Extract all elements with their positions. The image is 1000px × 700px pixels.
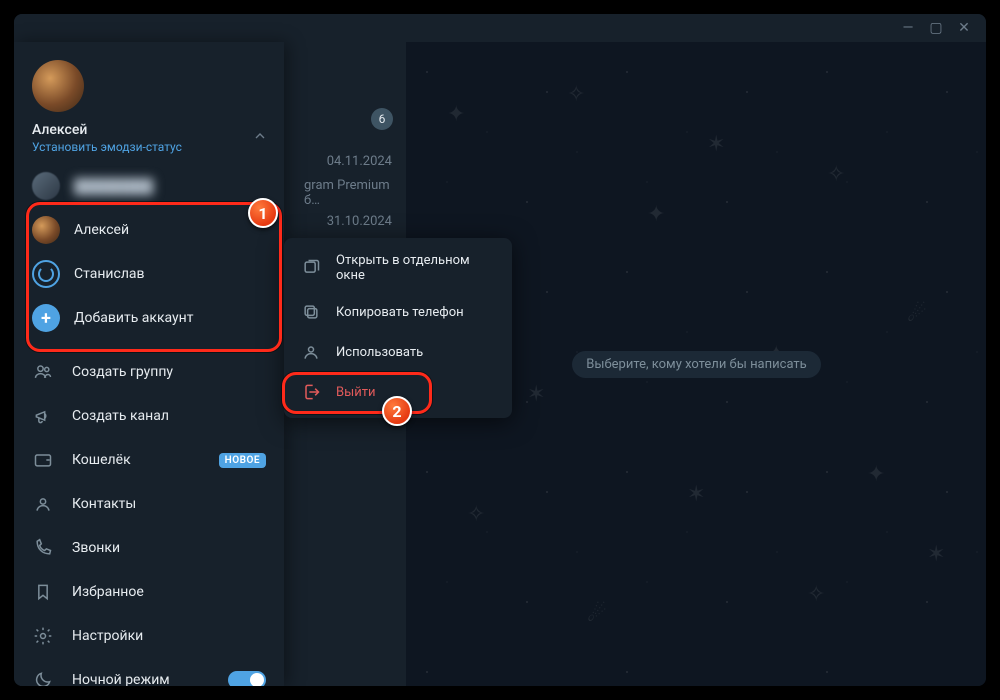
user-name: Алексей xyxy=(32,122,266,138)
accounts-list: ████████ Алексей Станислав + Добавить ак… xyxy=(14,160,284,344)
ctx-use[interactable]: Использовать xyxy=(284,332,512,372)
contact-icon xyxy=(32,493,54,515)
menu-night-mode[interactable]: Ночной режим xyxy=(14,658,284,686)
chat-date: 04.11.2024 xyxy=(327,154,392,169)
menu-label: Избранное xyxy=(72,584,144,600)
avatar xyxy=(32,260,60,288)
moon-icon xyxy=(32,669,54,686)
menu-label: Создать канал xyxy=(72,408,169,424)
account-row-stanislav[interactable]: Станислав xyxy=(14,252,284,296)
annotation-badge-2: 2 xyxy=(382,396,412,426)
ctx-open-window[interactable]: Открыть в отдельном окне xyxy=(284,244,512,292)
account-name: Алексей xyxy=(74,222,129,238)
ctx-label: Использовать xyxy=(336,345,423,360)
menu-calls[interactable]: Звонки xyxy=(14,526,284,570)
titlebar: — ▢ ✕ xyxy=(14,14,986,42)
account-row-blurred[interactable]: ████████ xyxy=(14,164,284,208)
menu-create-channel[interactable]: Создать канал xyxy=(14,394,284,438)
bookmark-icon xyxy=(32,581,54,603)
collapse-accounts-icon[interactable] xyxy=(252,128,268,148)
app-window: — ▢ ✕ 6 04.11.2024 gram Premium б… 31.10… xyxy=(14,14,986,686)
phone-icon xyxy=(32,537,54,559)
ctx-copy-phone[interactable]: Копировать телефон xyxy=(284,292,512,332)
avatar xyxy=(32,172,60,200)
ctx-label: Выйти xyxy=(336,385,375,400)
avatar xyxy=(32,216,60,244)
menu-label: Контакты xyxy=(72,496,136,512)
menu-wallet[interactable]: Кошелёк НОВОЕ xyxy=(14,438,284,482)
menu-label: Звонки xyxy=(72,540,120,556)
menu-settings[interactable]: Настройки xyxy=(14,614,284,658)
account-name-blurred: ████████ xyxy=(74,178,153,195)
account-row-alexey[interactable]: Алексей xyxy=(14,208,284,252)
menu-label: Кошелёк xyxy=(72,452,131,468)
gear-icon xyxy=(32,625,54,647)
wallet-icon xyxy=(32,449,54,471)
maximize-button[interactable]: ▢ xyxy=(922,20,950,36)
drawer-menu: Создать группу Создать канал Кошелёк НОВ… xyxy=(14,344,284,686)
group-icon xyxy=(32,361,54,383)
menu-label: Ночной режим xyxy=(72,672,170,686)
minimize-button[interactable]: — xyxy=(894,20,922,36)
add-account-label: Добавить аккаунт xyxy=(74,310,193,326)
menu-saved[interactable]: Избранное xyxy=(14,570,284,614)
close-button[interactable]: ✕ xyxy=(950,20,978,36)
copy-icon xyxy=(300,301,322,323)
add-account-button[interactable]: + Добавить аккаунт xyxy=(14,296,284,340)
menu-create-group[interactable]: Создать группу xyxy=(14,350,284,394)
chat-preview-fragment: gram Premium б… xyxy=(304,178,406,208)
night-mode-toggle[interactable] xyxy=(228,671,266,686)
account-name: Станислав xyxy=(74,266,145,282)
unread-badge: 6 xyxy=(371,108,393,130)
new-badge: НОВОЕ xyxy=(219,453,266,468)
side-drawer: Алексей Установить эмодзи-статус ███████… xyxy=(14,42,284,686)
logout-icon xyxy=(300,381,322,403)
empty-chat-placeholder: Выберите, кому хотели бы написать xyxy=(572,351,820,378)
menu-label: Создать группу xyxy=(72,364,173,380)
menu-label: Настройки xyxy=(72,628,143,644)
megaphone-icon xyxy=(32,405,54,427)
account-context-menu: Открыть в отдельном окне Копировать теле… xyxy=(284,238,512,418)
chat-date: 31.10.2024 xyxy=(327,214,392,229)
annotation-badge-1: 1 xyxy=(248,198,278,228)
ctx-label: Открыть в отдельном окне xyxy=(336,253,496,283)
user-icon xyxy=(300,341,322,363)
set-emoji-status-link[interactable]: Установить эмодзи-статус xyxy=(32,140,266,154)
user-avatar[interactable] xyxy=(32,60,84,112)
window-icon xyxy=(300,257,322,279)
menu-contacts[interactable]: Контакты xyxy=(14,482,284,526)
plus-icon: + xyxy=(32,304,60,332)
ctx-label: Копировать телефон xyxy=(336,305,464,320)
